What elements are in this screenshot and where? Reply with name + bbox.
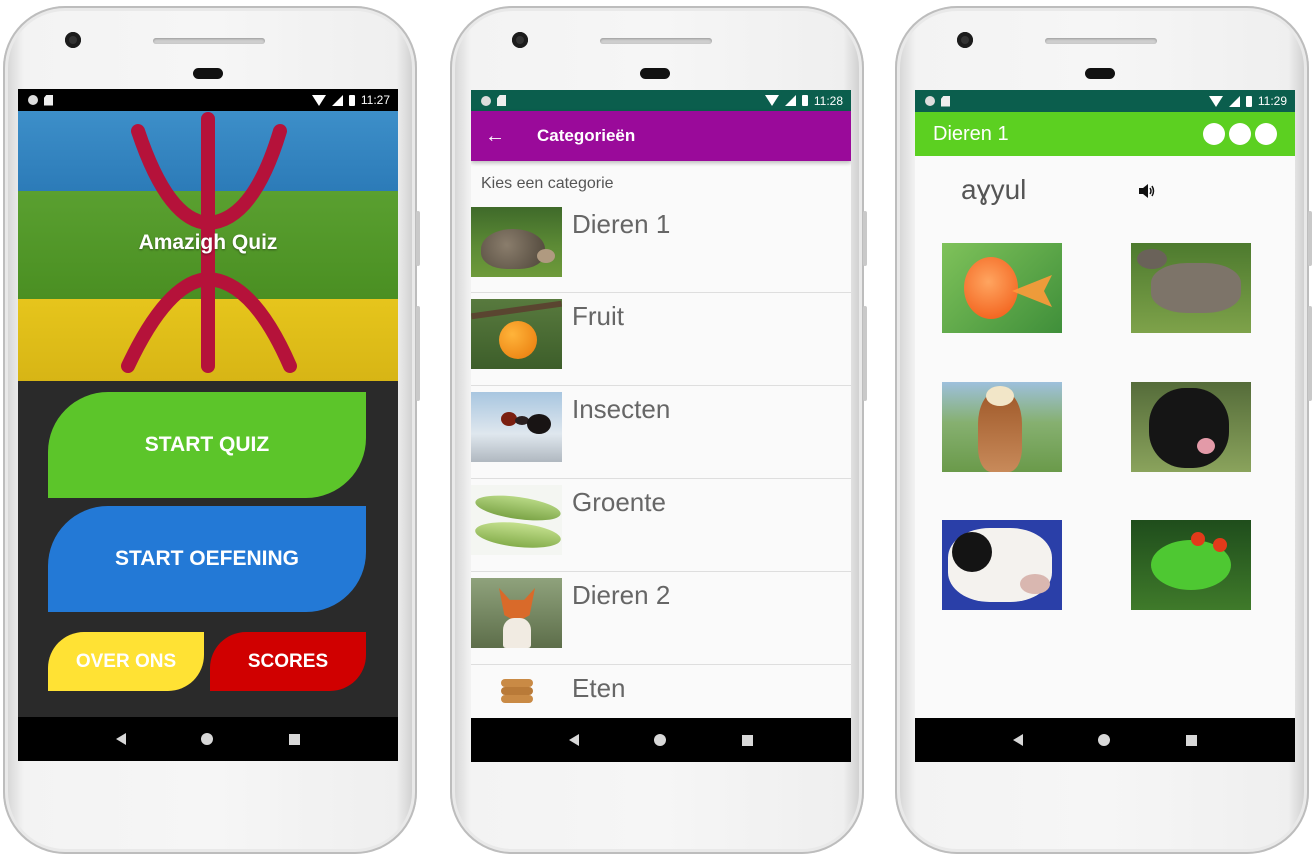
phone-frame-1: 11:27 Amazigh Quiz START QUIZ START OEFE… [3,6,420,854]
status-time: 11:28 [813,93,843,108]
front-camera [65,32,81,48]
back-nav-icon[interactable] [568,734,579,746]
recents-nav-icon[interactable] [1186,734,1198,746]
proximity-sensor [1085,68,1115,79]
life-icon [1255,123,1277,145]
goldfish-image[interactable] [942,243,1062,333]
cow-image[interactable] [942,520,1062,610]
start-practice-button[interactable]: START OEFENING [48,506,366,612]
app-title: Amazigh Quiz [138,231,278,254]
earpiece-speaker [600,38,712,44]
category-label: Dieren 2 [572,580,671,610]
wifi-icon [1208,95,1223,107]
proximity-sensor [640,68,670,79]
question-row: aɣyul [915,156,1295,226]
back-nav-icon[interactable] [1012,734,1023,746]
screen-quiz: 11:29 Dieren 1 aɣyul [915,90,1295,762]
category-label: Fruit [572,301,624,331]
toolbar-title: Dieren 1 [933,122,1009,145]
signal-icon [784,95,796,106]
toolbar: Dieren 1 [915,112,1295,156]
category-label: Dieren 1 [572,209,671,239]
screen-categories: 11:28 ← Categorieën Kies een categorie D… [471,90,851,762]
signal-icon [1228,95,1240,107]
list-item[interactable]: Dieren 2 [471,572,851,665]
about-us-button[interactable]: OVER ONS [48,632,204,691]
system-nav-bar [18,717,398,761]
front-camera [512,32,528,48]
amazigh-flag-banner: Amazigh Quiz [18,111,398,381]
horse-image[interactable] [942,382,1062,472]
notification-icon [28,95,38,105]
notification-icon [481,95,491,106]
notification-icon [925,96,935,106]
earpiece-speaker [1045,38,1157,44]
status-bar: 11:29 [915,90,1295,112]
battery-icon [348,94,355,106]
speaker-icon[interactable] [1137,182,1155,200]
life-icon [1203,123,1225,145]
sd-card-icon [497,95,506,106]
home-nav-icon[interactable] [654,734,667,746]
front-camera [957,32,973,48]
status-bar: 11:27 [18,89,398,111]
screen-main-menu: 11:27 Amazigh Quiz START QUIZ START OEFE… [18,89,398,761]
recents-nav-icon[interactable] [289,733,301,745]
fox-image [471,578,562,648]
system-nav-bar [915,718,1295,762]
question-word: aɣyul [961,174,1027,205]
recents-nav-icon[interactable] [742,734,754,746]
wifi-icon [764,95,779,106]
category-label: Insecten [572,394,671,424]
sd-card-icon [44,94,53,106]
donkey-image[interactable] [1131,243,1251,333]
battery-icon [1245,95,1252,107]
system-nav-bar [471,718,851,762]
start-quiz-button[interactable]: START QUIZ [48,392,366,498]
toolbar-title: Categorieën [537,126,636,145]
orange-image [471,299,562,369]
battery-icon [801,95,808,106]
wifi-icon [311,94,326,106]
category-list: Dieren 1 Fruit Insecten Groente Dieren 2… [471,201,851,758]
list-item[interactable]: Fruit [471,293,851,386]
back-arrow-icon[interactable]: ← [471,125,519,148]
category-label: Eten [572,673,626,703]
status-time: 11:29 [1257,94,1287,108]
lives-indicator [1203,123,1277,145]
category-label: Groente [572,487,666,517]
earpiece-speaker [153,38,265,44]
list-subtitle: Kies een categorie [481,175,614,192]
status-time: 11:27 [360,93,390,107]
ant-image [471,392,562,462]
back-nav-icon[interactable] [115,733,126,745]
home-nav-icon[interactable] [201,733,214,745]
hedgehog-image [471,207,562,277]
dog-image[interactable] [1131,382,1251,472]
list-item[interactable]: Insecten [471,386,851,479]
phone-frame-3: 11:29 Dieren 1 aɣyul [895,6,1312,854]
signal-icon [331,94,343,106]
peas-image [471,485,562,555]
home-nav-icon[interactable] [1098,734,1111,746]
proximity-sensor [193,68,223,79]
frog-image[interactable] [1131,520,1251,610]
life-icon [1229,123,1251,145]
sd-card-icon [941,95,950,107]
list-item[interactable]: Dieren 1 [471,201,851,293]
scores-button[interactable]: SCORES [210,632,366,691]
list-item[interactable]: Groente [471,479,851,572]
phone-frame-2: 11:28 ← Categorieën Kies een categorie D… [450,6,867,854]
toolbar: ← Categorieën [471,111,851,161]
status-bar: 11:28 [471,90,851,111]
